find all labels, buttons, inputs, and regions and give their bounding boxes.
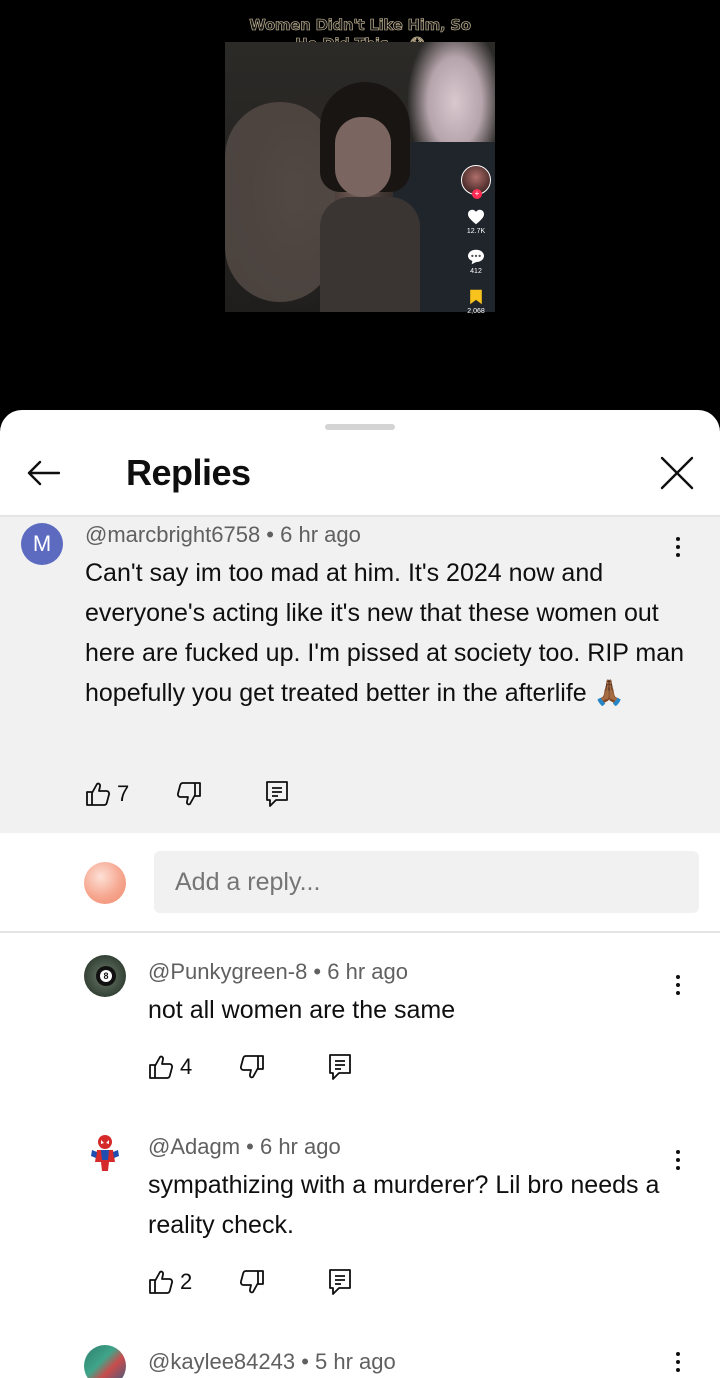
dislike-button[interactable] (176, 781, 202, 807)
creator-avatar[interactable]: + (461, 165, 491, 199)
replies-sheet: Replies M @marcbright6758 • 6 hr ago Can… (0, 410, 720, 1378)
comments-count: 412 (470, 268, 482, 275)
comment-actions: 2 (148, 1266, 353, 1298)
comment-icon (329, 1269, 352, 1295)
like-count: 2 (180, 1269, 193, 1294)
comment-author-meta[interactable]: @Adagm • 6 hr ago (148, 1134, 341, 1160)
avatar[interactable] (84, 1130, 126, 1172)
like-count: 4 (180, 1054, 193, 1079)
current-user-avatar (84, 862, 126, 904)
spiderman-avatar-icon (91, 1135, 119, 1171)
thumbs-down-icon (240, 1055, 265, 1079)
reply-button[interactable] (264, 780, 290, 808)
reply-button[interactable] (327, 1053, 353, 1081)
composer-divider (0, 931, 720, 933)
dislike-button[interactable] (239, 1054, 265, 1080)
comment-author-meta[interactable]: @marcbright6758 • 6 hr ago (85, 522, 361, 548)
comment-text: not all women are the same (148, 996, 456, 1024)
dislike-button[interactable] (239, 1269, 265, 1295)
saves-count: 2,068 (467, 308, 485, 315)
thumbs-up-icon (86, 782, 111, 806)
thumbs-up-icon (149, 1055, 174, 1079)
bookmark-icon[interactable] (467, 289, 485, 305)
reply-composer (0, 833, 720, 933)
page-title: Replies (126, 452, 251, 493)
more-options-icon[interactable] (668, 1142, 688, 1178)
comment-text: sympathizing with a murderer? Lil bro ne… (148, 1171, 660, 1239)
follow-plus-icon[interactable]: + (472, 189, 482, 199)
comment-actions: 7 (85, 778, 290, 810)
thumbs-up-icon (149, 1270, 174, 1294)
comment-text: Can't say im too mad at him. It's 2024 n… (85, 559, 685, 707)
reply-item: @Adagm • 6 hr ago sympathizing with a mu… (0, 1130, 720, 1320)
comment-icon (329, 1054, 352, 1080)
comment-author-meta[interactable]: @kaylee84243 • 5 hr ago (148, 1349, 396, 1375)
likes-count: 12.7K (466, 228, 486, 235)
comment-actions: 4 (148, 1051, 353, 1083)
avatar[interactable] (84, 1345, 126, 1378)
like-count: 7 (117, 781, 130, 806)
drag-handle[interactable] (325, 424, 395, 430)
like-button[interactable]: 2 (148, 1269, 192, 1295)
like-button[interactable]: 4 (148, 1054, 192, 1080)
reply-item: @kaylee84243 • 5 hr ago (0, 1345, 720, 1378)
video-caption-line1: Women Didn't Like Him, So (249, 16, 471, 35)
like-button[interactable]: 7 (85, 781, 129, 807)
parent-comment: M @marcbright6758 • 6 hr ago Can't say i… (0, 517, 720, 833)
comment-bubble-icon[interactable] (467, 249, 485, 265)
reply-item: 8 @Punkygreen-8 • 6 hr ago not all women… (0, 955, 720, 1105)
back-button[interactable] (22, 452, 64, 494)
video-frame (225, 42, 495, 312)
thumbs-down-icon (240, 1270, 265, 1294)
comment-author-meta[interactable]: @Punkygreen-8 • 6 hr ago (148, 959, 408, 985)
avatar[interactable]: M (21, 523, 63, 565)
avatar[interactable]: 8 (84, 955, 126, 997)
more-options-icon[interactable] (668, 529, 688, 565)
more-options-icon[interactable] (668, 1347, 688, 1377)
thumbs-down-icon (177, 782, 202, 806)
video-side-rail: + 12.7K 412 2,068 (458, 165, 494, 315)
more-options-icon[interactable] (668, 967, 688, 1003)
arrow-left-icon (27, 460, 60, 486)
heart-icon[interactable] (467, 209, 485, 225)
close-button[interactable] (655, 451, 699, 495)
close-icon (660, 456, 694, 490)
sheet-header: Replies (0, 440, 720, 516)
comment-icon (266, 781, 289, 807)
video-player[interactable]: Women Didn't Like Him, So He Did This...… (0, 0, 720, 410)
reply-button[interactable] (327, 1268, 353, 1296)
reply-input[interactable] (154, 851, 699, 913)
